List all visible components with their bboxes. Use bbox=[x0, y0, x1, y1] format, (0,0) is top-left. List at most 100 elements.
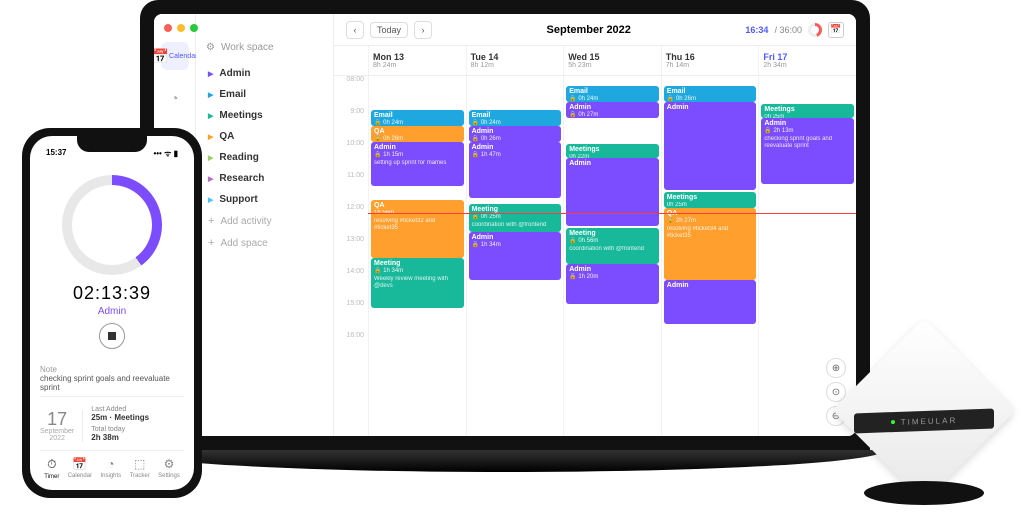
event-block[interactable]: Admin🔒 1h 15msetting up sprint for mames bbox=[371, 142, 464, 186]
phone-tab-settings[interactable]: ⚙Settings bbox=[158, 457, 180, 480]
zoom-in-button[interactable]: ⊕ bbox=[826, 358, 846, 378]
lock-icon: 🔒 bbox=[374, 152, 381, 158]
event-block[interactable]: Admin🔒 0h 26m bbox=[469, 126, 562, 142]
calendar-main: ‹ Today › September 2022 16:34 / 36:00 📅… bbox=[334, 14, 856, 436]
event-block[interactable]: Meeting🔒 1h 34mWeekly review meeting wit… bbox=[371, 258, 464, 308]
nav-calendar[interactable]: 📅Calendar bbox=[161, 42, 189, 70]
hour-label: 11:00 bbox=[334, 172, 368, 204]
laptop-mockup: 📅Calendar ◔ ◇ ⚙Work space ▶Admin▶Email▶M… bbox=[140, 0, 870, 490]
day-header: Fri 172h 34m bbox=[758, 46, 856, 75]
day-header: Tue 148h 12m bbox=[466, 46, 564, 75]
next-week-button[interactable]: › bbox=[414, 21, 432, 39]
hour-label: 9:00 bbox=[334, 108, 368, 140]
lock-icon: 🔒 bbox=[569, 274, 576, 280]
event-block[interactable]: Email🔒 0h 26m bbox=[664, 86, 757, 102]
hour-label: 15:00 bbox=[334, 300, 368, 332]
tracked-current: 16:34 bbox=[745, 25, 768, 35]
sidebar-item-meetings[interactable]: ▶Meetings bbox=[206, 105, 323, 126]
event-block[interactable]: Email🔒 0h 24m bbox=[371, 110, 464, 126]
timer-category[interactable]: Admin bbox=[40, 306, 184, 317]
lock-icon: 🔒 bbox=[569, 112, 576, 118]
sidebar-item-research[interactable]: ▶Research bbox=[206, 168, 323, 189]
day-header: Wed 155h 23m bbox=[563, 46, 661, 75]
total-today-value: 2h 38m bbox=[91, 433, 149, 442]
stop-button[interactable] bbox=[99, 323, 125, 349]
hour-label: 12:00 bbox=[334, 204, 368, 236]
event-block[interactable]: Admin🔒 1h 34m bbox=[469, 232, 562, 280]
tracker-icon: ⬚ bbox=[134, 457, 145, 471]
month-title: September 2022 bbox=[432, 24, 745, 36]
hour-label: 13:00 bbox=[334, 236, 368, 268]
sidebar: ⚙Work space ▶Admin▶Email▶Meetings▶QA▶Rea… bbox=[196, 14, 334, 436]
event-block[interactable]: Email🔒 0h 24m bbox=[566, 86, 659, 102]
settings-icon: ⚙ bbox=[164, 457, 175, 471]
day-column[interactable]: Email🔒 0h 24mAdmin🔒 0h 27m Meetings0h 22m… bbox=[563, 76, 661, 436]
nav-reports-icon[interactable]: ◔ bbox=[161, 84, 189, 112]
event-block[interactable]: Meetings0h 22m bbox=[566, 144, 659, 158]
day-column[interactable]: Email🔒 0h 24mQA🔒 0h 26mAdmin🔒 1h 15msett… bbox=[368, 76, 466, 436]
gear-icon: ⚙ bbox=[206, 42, 215, 53]
event-block[interactable]: Admin🔒 0h 27m bbox=[566, 102, 659, 118]
calendar-icon: 📅 bbox=[72, 457, 87, 471]
lock-icon: 🔒 bbox=[472, 214, 479, 220]
last-added-value: 25m · Meetings bbox=[91, 413, 149, 422]
event-block[interactable]: Admin bbox=[664, 102, 757, 190]
event-block[interactable]: Admin bbox=[664, 280, 757, 324]
hour-label: 10:00 bbox=[334, 140, 368, 172]
timer-icon: ⏱ bbox=[47, 457, 56, 472]
event-block[interactable]: Admin🔒 1h 47m bbox=[469, 142, 562, 198]
add-activity-button[interactable]: +Add activity bbox=[206, 210, 323, 232]
event-block[interactable]: Meeting🔒 0h 25mcoordination with @fronte… bbox=[469, 204, 562, 232]
event-block[interactable]: Admin🔒 2h 13mchecking sprint goals and r… bbox=[761, 118, 854, 184]
phone-tab-calendar[interactable]: 📅Calendar bbox=[68, 457, 92, 480]
device-brand: TIMEULAR bbox=[901, 415, 957, 426]
sidebar-item-admin[interactable]: ▶Admin bbox=[206, 63, 323, 84]
date-picker-icon[interactable]: 📅 bbox=[828, 22, 844, 38]
workspace-header[interactable]: ⚙Work space bbox=[206, 42, 323, 53]
total-today-label: Total today bbox=[91, 426, 149, 433]
event-block[interactable]: QA🔒 2h 27mresolving #ticket34 and #ticke… bbox=[664, 208, 757, 280]
hour-label: 08:00 bbox=[334, 76, 368, 108]
tracker-device: TIMEULAR bbox=[844, 335, 1004, 505]
sidebar-item-qa[interactable]: ▶QA bbox=[206, 126, 323, 147]
event-block[interactable]: Meetings0h 25m bbox=[664, 192, 757, 208]
tracked-total: / 36:00 bbox=[774, 25, 802, 35]
insights-icon: ◔ bbox=[107, 457, 114, 471]
phone-tab-insights[interactable]: ◔Insights bbox=[100, 457, 121, 480]
phone-mockup: 15:37 ••• ᯤ ▮ 02:13:39 Admin Note checkin… bbox=[22, 128, 202, 498]
date-display: 17 September 2022 bbox=[40, 410, 83, 442]
progress-donut-icon bbox=[808, 23, 822, 37]
sidebar-item-support[interactable]: ▶Support bbox=[206, 189, 323, 210]
lock-icon: 🔒 bbox=[472, 152, 479, 158]
note-label: Note bbox=[40, 365, 184, 374]
event-block[interactable]: Admin🔒 1h 20m bbox=[566, 264, 659, 304]
sidebar-item-reading[interactable]: ▶Reading bbox=[206, 147, 323, 168]
timer-value: 02:13:39 bbox=[40, 283, 184, 304]
event-block[interactable]: Email🔒 0h 24m bbox=[469, 110, 562, 126]
hour-label: 16:00 bbox=[334, 332, 368, 364]
event-block[interactable]: QA🔒 0h 26m bbox=[371, 126, 464, 142]
today-button[interactable]: Today bbox=[370, 22, 408, 38]
lock-icon: 🔒 bbox=[569, 238, 576, 244]
event-block[interactable]: Meetings0h 25m bbox=[761, 104, 854, 118]
day-header: Thu 167h 14m bbox=[661, 46, 759, 75]
event-block[interactable]: Admin bbox=[566, 158, 659, 226]
sidebar-item-email[interactable]: ▶Email bbox=[206, 84, 323, 105]
timer-ring bbox=[62, 175, 162, 275]
add-space-button[interactable]: +Add space bbox=[206, 232, 323, 254]
lock-icon: 🔒 bbox=[374, 268, 381, 274]
lock-icon: 🔒 bbox=[472, 242, 479, 248]
day-column[interactable]: Email🔒 0h 24mAdmin🔒 0h 26mAdmin🔒 1h 47m M… bbox=[466, 76, 564, 436]
last-added-label: Last Added bbox=[91, 406, 149, 413]
event-block[interactable]: QA1h 56mresolving #ticket32 and #ticket3… bbox=[371, 200, 464, 258]
phone-tab-tracker[interactable]: ⬚Tracker bbox=[130, 457, 150, 480]
phone-time: 15:37 bbox=[46, 148, 66, 159]
phone-tab-timer[interactable]: ⏱Timer bbox=[44, 457, 59, 480]
prev-week-button[interactable]: ‹ bbox=[346, 21, 364, 39]
phone-status-icons: ••• ᯤ ▮ bbox=[153, 148, 178, 159]
window-controls[interactable] bbox=[164, 24, 198, 32]
day-column[interactable]: Email🔒 0h 26mAdminMeetings0h 25mQA🔒 2h 2… bbox=[661, 76, 759, 436]
event-block[interactable]: Meeting🔒 0h 56mcoordination with @fronte… bbox=[566, 228, 659, 264]
note-input[interactable]: checking sprint goals and reevaluate spr… bbox=[40, 374, 184, 397]
device-led-icon bbox=[891, 420, 895, 424]
